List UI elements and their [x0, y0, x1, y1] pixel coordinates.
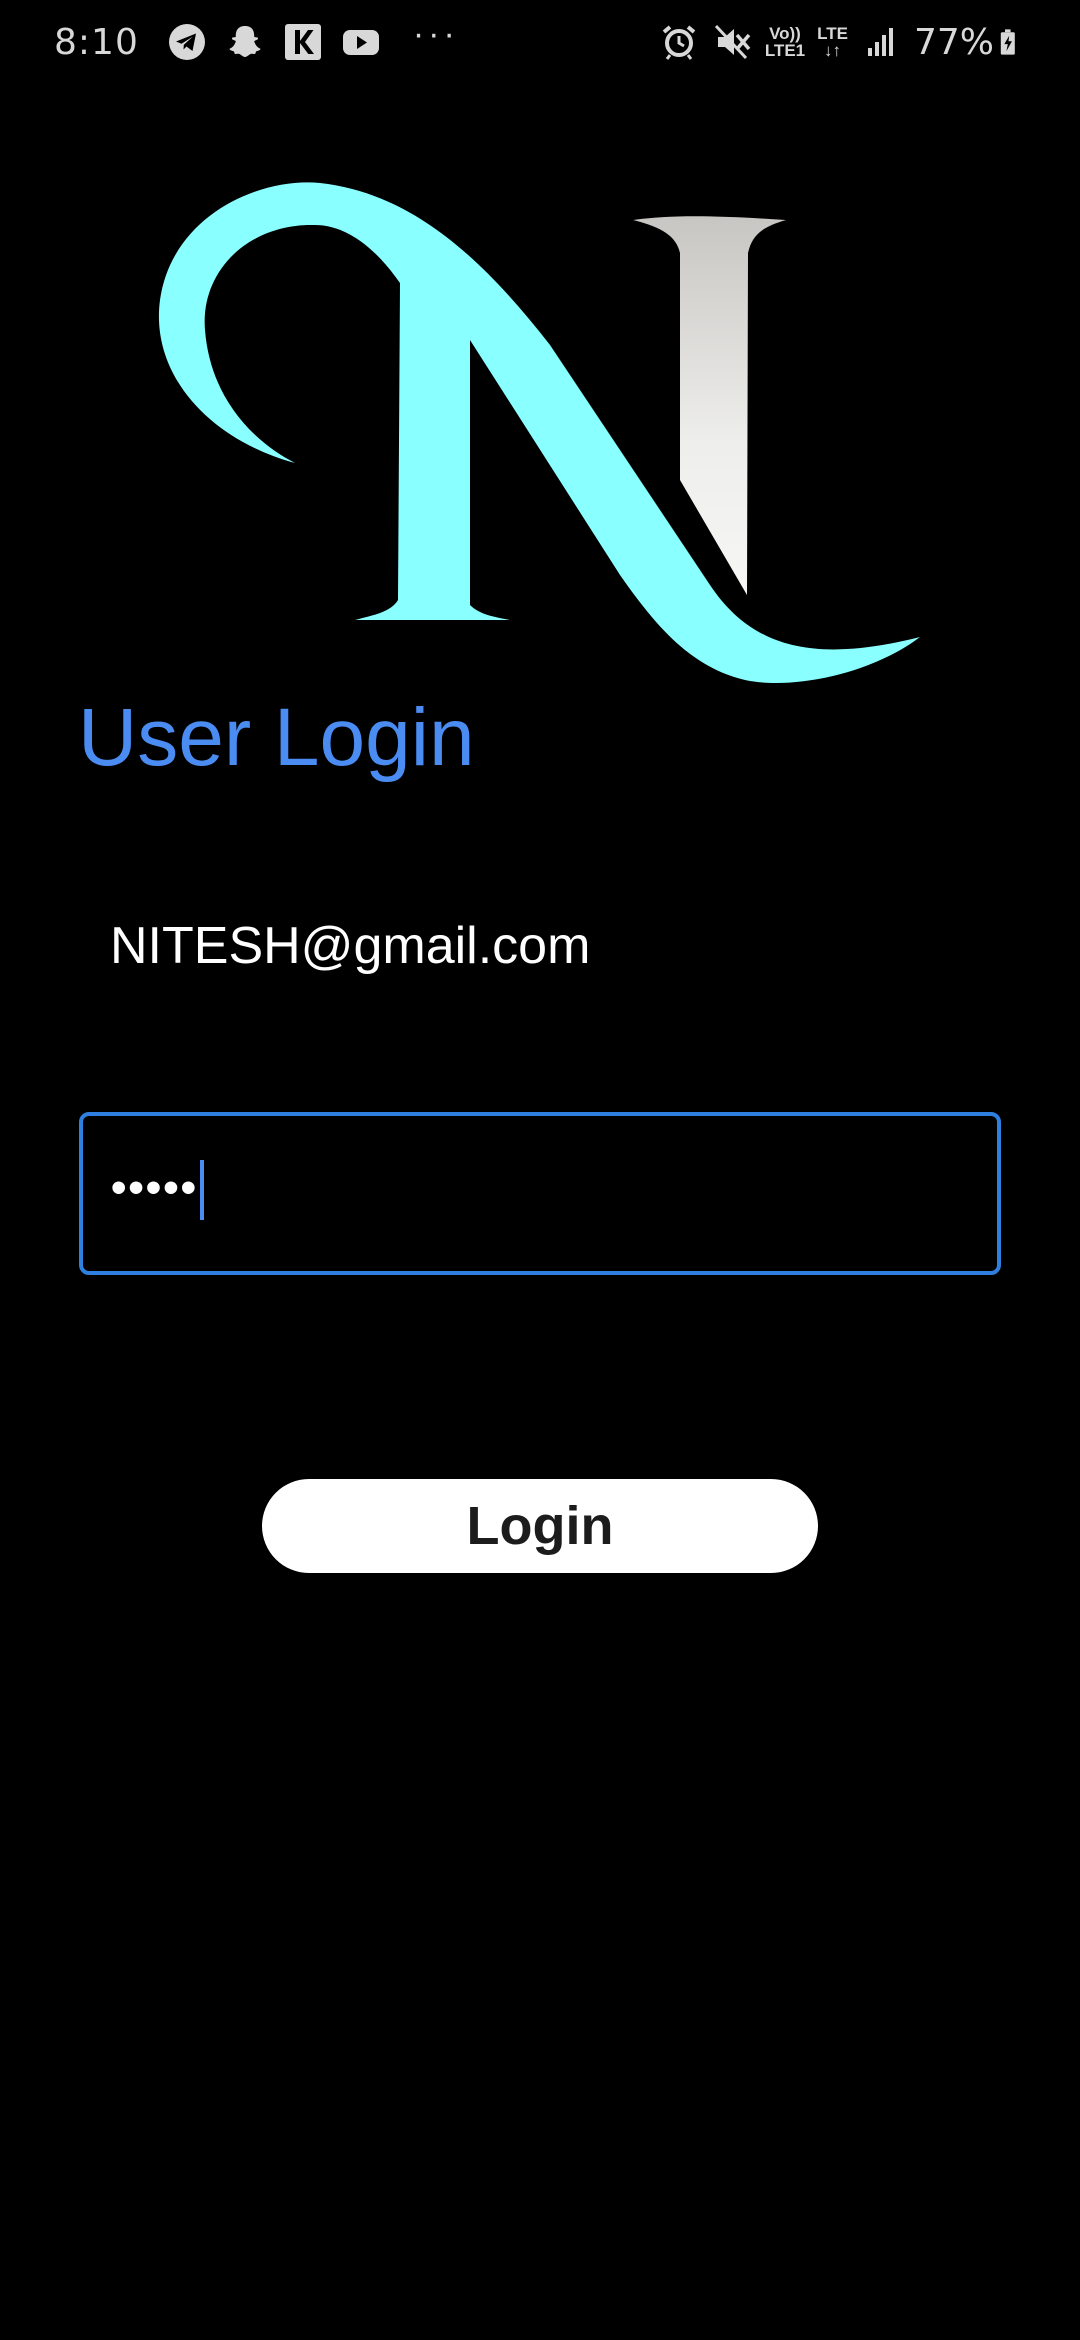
volte-icon: Vo)) LTE1 [765, 25, 805, 59]
snapchat-icon [229, 26, 261, 57]
battery-percentage: 77% [913, 21, 994, 63]
login-button[interactable]: Login [262, 1479, 818, 1573]
status-bar-right: Vo)) LTE1 LTE ↓↑ 77% [645, 16, 1026, 68]
password-field[interactable]: ••••• [79, 1112, 1001, 1275]
page-title: User Login [78, 692, 475, 783]
mute-icon [714, 24, 751, 60]
lte-top-label: LTE [817, 24, 848, 43]
app-logo [158, 182, 920, 684]
more-notifications-icon: ··· [412, 15, 459, 53]
status-time: 8:10 [54, 21, 139, 63]
password-masked-value: ••••• [111, 1162, 199, 1212]
volte-top-label: Vo)) [769, 24, 801, 43]
battery-charging-icon [1000, 29, 1015, 55]
status-bar-left: 8:10 ··· [54, 16, 459, 68]
lte-bottom-label: ↓↑ [824, 41, 842, 60]
volte-bottom-label: LTE1 [764, 41, 806, 60]
signal-icon [867, 28, 893, 56]
telegram-icon [168, 24, 205, 60]
youtube-icon [342, 30, 379, 55]
lte-icon: LTE ↓↑ [817, 25, 848, 59]
k-app-icon [284, 24, 321, 60]
email-field[interactable] [80, 890, 1000, 1002]
status-bar: 8:10 ··· Vo)) LTE1 LTE ↓↑ 77% [0, 0, 1080, 84]
alarm-icon [662, 25, 696, 60]
text-cursor [200, 1159, 205, 1220]
